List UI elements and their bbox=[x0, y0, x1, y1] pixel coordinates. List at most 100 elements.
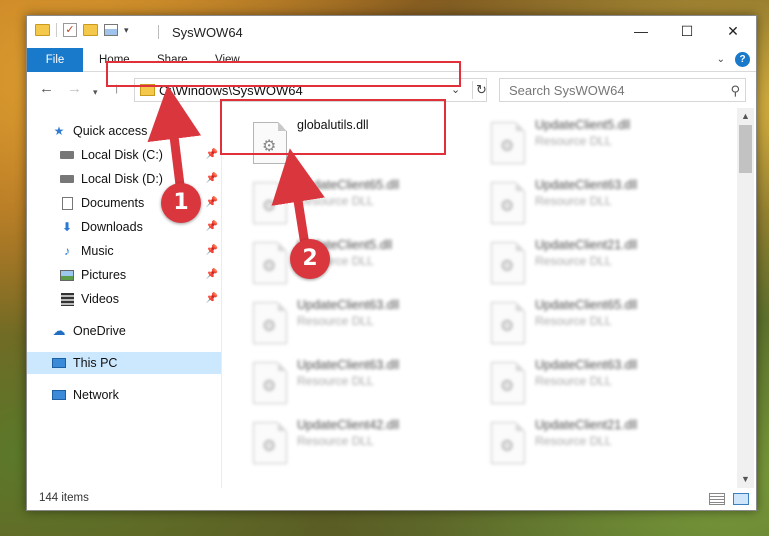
sidebar-item-quick-access[interactable]: ★ Quick access bbox=[27, 120, 221, 142]
pin-icon[interactable]: 📌 bbox=[206, 149, 218, 160]
properties-check-icon[interactable]: ✓ bbox=[63, 23, 77, 37]
list-item[interactable]: ⚙ UpdateClient5.dll Resource DLL bbox=[249, 236, 469, 290]
tab-file[interactable]: File bbox=[27, 48, 83, 72]
file-type: Resource DLL bbox=[297, 434, 374, 448]
search-placeholder: Search SysWOW64 bbox=[509, 83, 625, 98]
dll-file-icon: ⚙ bbox=[253, 362, 287, 404]
list-item[interactable]: ⚙ UpdateClient21.dll Resource DLL bbox=[487, 236, 707, 290]
file-name: UpdateClient63.dll bbox=[535, 358, 638, 372]
star-icon: ★ bbox=[53, 124, 65, 138]
sidebar-item-network[interactable]: Network bbox=[27, 384, 221, 406]
gear-icon: ⚙ bbox=[500, 378, 515, 395]
sidebar-item-label: Videos bbox=[81, 292, 119, 306]
refresh-icon[interactable]: ↻ bbox=[472, 81, 490, 99]
scroll-thumb[interactable] bbox=[739, 125, 752, 173]
file-type: Resource DLL bbox=[535, 194, 612, 208]
gear-icon: ⚙ bbox=[262, 258, 277, 275]
sidebar-item-label: OneDrive bbox=[73, 324, 126, 338]
sidebar-item-label: Documents bbox=[81, 196, 145, 210]
sidebar-item-music[interactable]: ♪ Music 📌 bbox=[27, 240, 221, 262]
dll-file-icon: ⚙ bbox=[491, 302, 525, 344]
list-item[interactable]: ⚙ UpdateClient65.dll Resource DLL bbox=[487, 296, 707, 350]
sidebar-item-label: Music bbox=[81, 244, 114, 258]
music-icon: ♪ bbox=[64, 244, 70, 258]
maximize-button[interactable]: ☐ bbox=[664, 16, 710, 46]
back-arrow-icon[interactable]: ← bbox=[39, 81, 54, 97]
gear-icon: ⚙ bbox=[500, 198, 515, 215]
sidebar-item-label: This PC bbox=[73, 356, 118, 370]
details-view-icon[interactable] bbox=[709, 493, 725, 505]
sidebar-item-label: Local Disk (C:) bbox=[81, 148, 163, 162]
sidebar-item-onedrive[interactable]: ☁ OneDrive bbox=[27, 320, 221, 342]
window-title: SysWOW64 bbox=[172, 25, 243, 40]
minimize-button[interactable]: — bbox=[618, 16, 664, 46]
gear-icon: ⚙ bbox=[500, 438, 515, 455]
help-icon[interactable]: ? bbox=[735, 52, 750, 67]
list-item[interactable]: ⚙ UpdateClient63.dll Resource DLL bbox=[249, 356, 469, 410]
gear-icon: ⚙ bbox=[262, 378, 277, 395]
pin-icon[interactable]: 📌 bbox=[206, 245, 218, 256]
vertical-scrollbar[interactable]: ▲ ▼ bbox=[737, 108, 754, 488]
large-icons-view-icon[interactable] bbox=[733, 493, 749, 505]
sidebar-item-local-disk-c[interactable]: Local Disk (C:) 📌 bbox=[27, 144, 221, 166]
list-item[interactable]: ⚙ UpdateClient63.dll Resource DLL bbox=[487, 356, 707, 410]
gear-icon: ⚙ bbox=[500, 318, 515, 335]
file-type: Resource DLL bbox=[535, 254, 612, 268]
list-item[interactable]: ⚙ UpdateClient63.dll Resource DLL bbox=[487, 176, 707, 230]
pin-icon[interactable]: 📌 bbox=[206, 293, 218, 304]
file-type: Resource DLL bbox=[297, 314, 374, 328]
list-item[interactable]: ⚙ UpdateClient42.dll Resource DLL bbox=[249, 416, 469, 470]
pin-icon[interactable]: 📌 bbox=[206, 221, 218, 232]
search-input[interactable]: Search SysWOW64 ⚲ bbox=[499, 78, 746, 102]
sidebar-item-this-pc[interactable]: This PC bbox=[27, 352, 221, 374]
documents-icon bbox=[59, 196, 75, 210]
videos-icon bbox=[59, 292, 75, 306]
dll-file-icon: ⚙ bbox=[253, 182, 287, 224]
dll-file-icon: ⚙ bbox=[253, 422, 287, 464]
pin-icon[interactable]: 📌 bbox=[206, 269, 218, 280]
address-bar-highlight bbox=[106, 61, 461, 87]
forward-arrow-icon[interactable]: → bbox=[67, 81, 82, 97]
scroll-up-icon[interactable]: ▲ bbox=[737, 108, 754, 125]
drive-icon bbox=[59, 148, 75, 162]
network-icon bbox=[51, 388, 67, 402]
file-name: UpdateClient63.dll bbox=[535, 178, 638, 192]
recent-locations-chevron-icon[interactable]: ▾ bbox=[93, 84, 98, 100]
step-2-badge: 2 bbox=[290, 239, 330, 279]
file-explorer-window: ✓ ▾ SysWOW64 — ☐ ✕ File Home Share View … bbox=[26, 15, 757, 511]
file-type: Resource DLL bbox=[535, 434, 612, 448]
list-item[interactable]: ⚙ UpdateClient65.dll Resource DLL bbox=[249, 176, 469, 230]
dll-file-icon: ⚙ bbox=[253, 302, 287, 344]
dll-file-icon: ⚙ bbox=[491, 422, 525, 464]
drive-icon bbox=[59, 172, 75, 186]
sidebar-item-label: Network bbox=[73, 388, 119, 402]
customize-toolbar-dropdown-icon[interactable]: ▾ bbox=[124, 25, 129, 36]
new-folder-icon[interactable] bbox=[83, 24, 98, 36]
folder-icon bbox=[35, 24, 50, 36]
file-type: Resource DLL bbox=[297, 194, 374, 208]
pictures-icon bbox=[59, 268, 75, 282]
properties-icon[interactable] bbox=[104, 24, 118, 36]
dll-file-icon: ⚙ bbox=[491, 362, 525, 404]
sidebar-item-label: Downloads bbox=[81, 220, 143, 234]
list-item[interactable]: ⚙ UpdateClient63.dll Resource DLL bbox=[249, 296, 469, 350]
navigation-pane: ★ Quick access Local Disk (C:) 📌 Local D… bbox=[27, 108, 221, 488]
search-icon[interactable]: ⚲ bbox=[730, 83, 740, 99]
pin-icon[interactable]: 📌 bbox=[206, 197, 218, 208]
sidebar-item-label: Local Disk (D:) bbox=[81, 172, 163, 186]
close-button[interactable]: ✕ bbox=[710, 16, 756, 46]
file-name: UpdateClient65.dll bbox=[535, 298, 638, 312]
list-item[interactable]: ⚙ UpdateClient21.dll Resource DLL bbox=[487, 416, 707, 470]
sidebar-item-pictures[interactable]: Pictures 📌 bbox=[27, 264, 221, 286]
file-type: Resource DLL bbox=[535, 374, 612, 388]
file-name: UpdateClient65.dll bbox=[297, 178, 400, 192]
gear-icon: ⚙ bbox=[500, 138, 515, 155]
scroll-down-icon[interactable]: ▼ bbox=[737, 471, 754, 488]
pin-icon[interactable]: 📌 bbox=[206, 173, 218, 184]
list-item[interactable]: ⚙ UpdateClient5.dll Resource DLL bbox=[487, 116, 707, 170]
sidebar-item-videos[interactable]: Videos 📌 bbox=[27, 288, 221, 310]
expand-ribbon-chevron-icon[interactable]: ⌄ bbox=[717, 54, 725, 65]
file-list: ⚙ globalutils.dll ⚙ UpdateClient65.dll R… bbox=[223, 108, 737, 488]
file-name: UpdateClient21.dll bbox=[535, 418, 638, 432]
item-count: 144 items bbox=[39, 492, 89, 504]
